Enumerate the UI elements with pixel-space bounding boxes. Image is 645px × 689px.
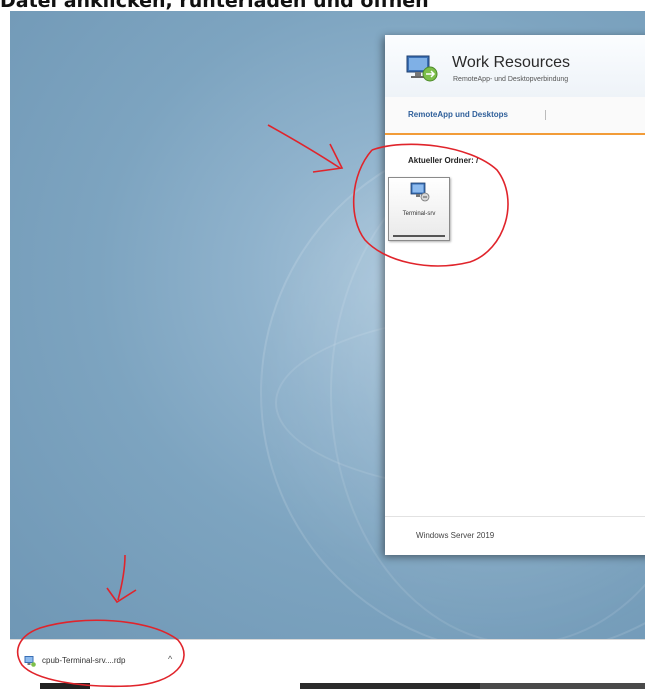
taskbar-edge bbox=[0, 683, 645, 689]
window-title: Work Resources bbox=[452, 54, 570, 71]
window-header: Work Resources RemoteApp- und Desktopver… bbox=[385, 35, 645, 97]
remote-desktop-icon bbox=[406, 55, 438, 82]
terminal-srv-tile[interactable]: Terminal-srv bbox=[388, 177, 450, 241]
rdp-file-icon bbox=[24, 656, 36, 667]
footer-divider bbox=[385, 516, 645, 517]
download-bar: cpub-Terminal-srv....rdp ^ bbox=[10, 639, 645, 684]
chevron-up-icon[interactable]: ^ bbox=[168, 654, 172, 664]
screenshot-page: Datei anklicken, runterladen und öffnen … bbox=[0, 0, 645, 689]
nav-bar: RemoteApp und Desktops bbox=[385, 97, 645, 135]
remote-computer-icon bbox=[410, 182, 430, 202]
current-folder-label: Aktueller Ordner: / bbox=[408, 156, 479, 165]
download-filename: cpub-Terminal-srv....rdp bbox=[42, 656, 126, 665]
windows-server-brand: Windows Server 2019 bbox=[416, 531, 495, 540]
download-item[interactable]: cpub-Terminal-srv....rdp ^ bbox=[20, 651, 190, 673]
nav-separator bbox=[545, 110, 546, 120]
window-subtitle: RemoteApp- und Desktopverbindung bbox=[453, 76, 569, 83]
rdweb-window: Work Resources RemoteApp- und Desktopver… bbox=[385, 35, 645, 555]
tile-label: Terminal-srv bbox=[402, 211, 436, 217]
tab-remoteapp-desktops[interactable]: RemoteApp und Desktops bbox=[408, 110, 508, 119]
tile-underline bbox=[393, 235, 445, 237]
